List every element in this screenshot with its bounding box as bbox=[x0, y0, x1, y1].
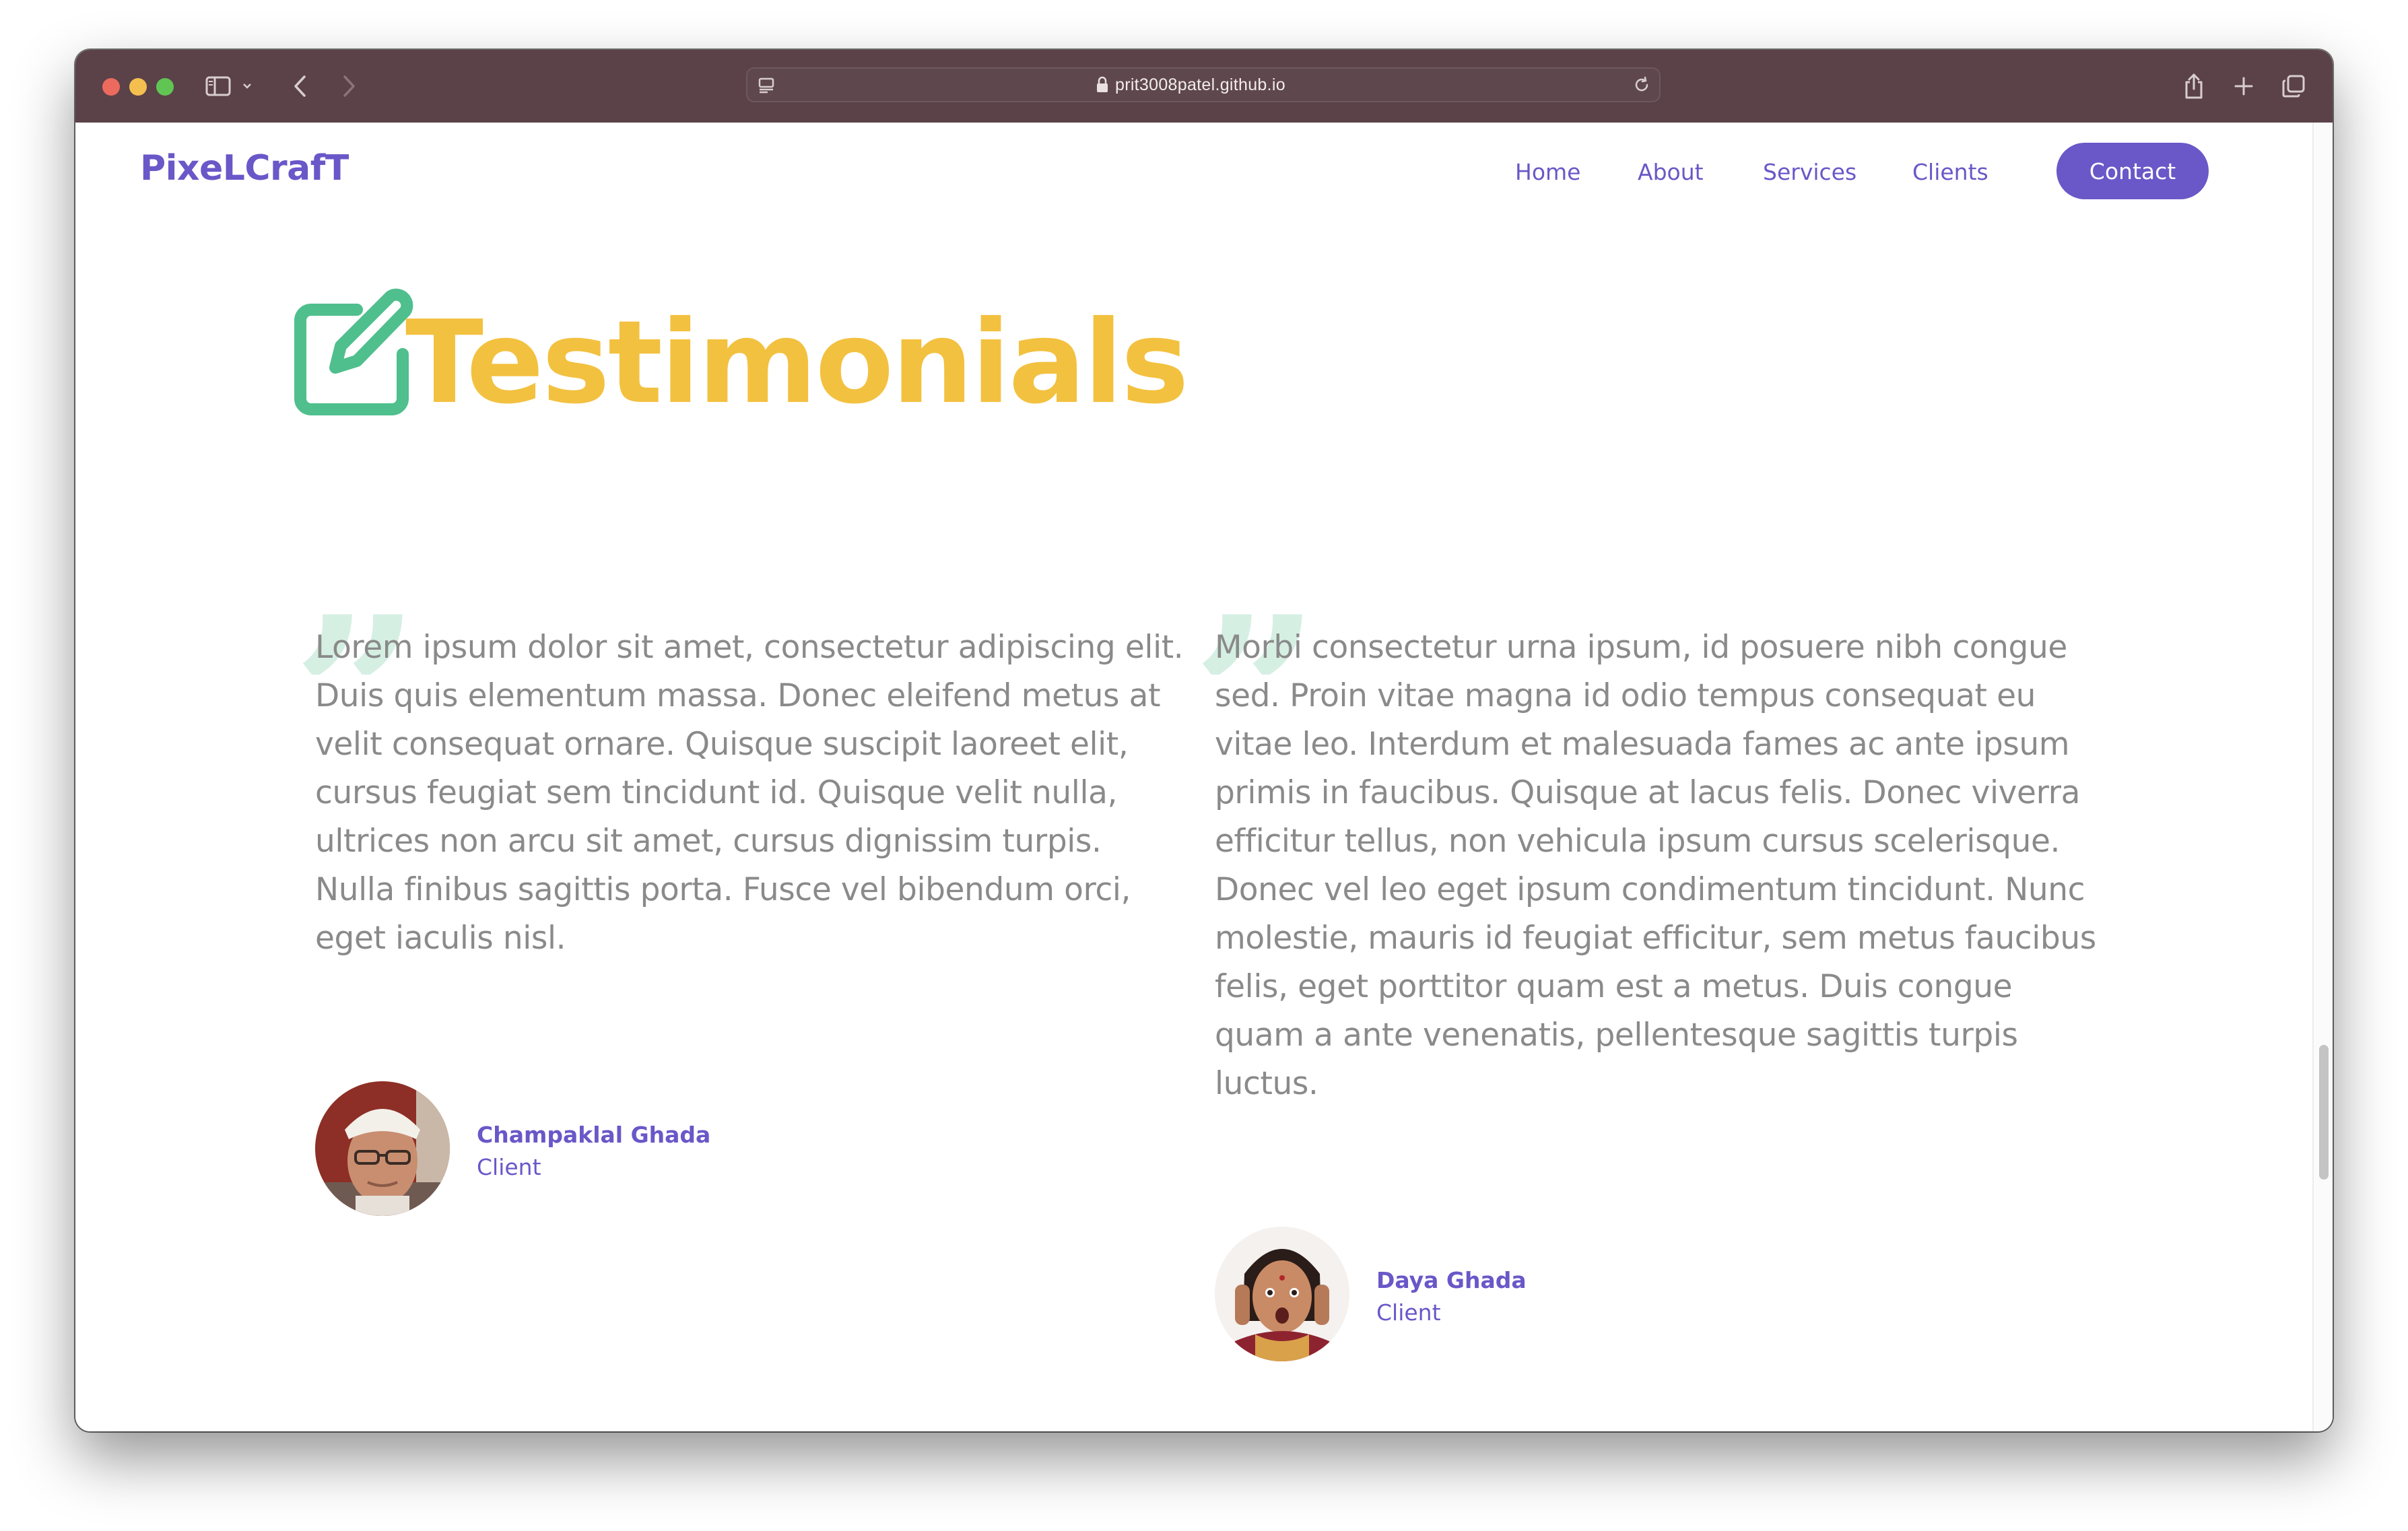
screen: prit3008patel.github.io PixeLCrafT Home … bbox=[0, 0, 2408, 1531]
minimize-window-button[interactable] bbox=[129, 78, 147, 96]
site-logo[interactable]: PixeLCrafT bbox=[140, 148, 349, 189]
address-bar[interactable]: prit3008patel.github.io bbox=[746, 67, 1661, 102]
page-viewport: PixeLCrafT Home About Services Clients C… bbox=[75, 123, 2333, 1431]
url-text[interactable]: prit3008patel.github.io bbox=[1115, 67, 1285, 102]
scrollbar-thumb[interactable] bbox=[2319, 1045, 2329, 1180]
zoom-window-button[interactable] bbox=[156, 78, 174, 96]
reload-icon[interactable] bbox=[1632, 75, 1651, 94]
author-role: Client bbox=[1376, 1299, 1441, 1326]
nav-clients-link[interactable]: Clients bbox=[1912, 159, 1988, 185]
testimonial-text: Morbi consectetur urna ipsum, id posuere… bbox=[1215, 629, 2096, 1102]
author-role: Client bbox=[477, 1154, 541, 1180]
author-name: Champaklal Ghada bbox=[477, 1122, 711, 1148]
scrollbar[interactable] bbox=[2312, 123, 2333, 1431]
author-name: Daya Ghada bbox=[1376, 1267, 1527, 1293]
page-settings-icon[interactable] bbox=[757, 75, 776, 94]
back-arrow-icon[interactable] bbox=[286, 70, 315, 102]
avatar bbox=[1215, 1227, 1349, 1361]
nav-about-link[interactable]: About bbox=[1638, 159, 1704, 185]
new-tab-icon[interactable] bbox=[2229, 70, 2259, 102]
close-window-button[interactable] bbox=[102, 78, 120, 96]
tab-overview-icon[interactable] bbox=[2279, 70, 2308, 102]
nav-services-link[interactable]: Services bbox=[1763, 159, 1857, 185]
sidebar-icon[interactable] bbox=[203, 70, 233, 102]
chevron-down-icon[interactable] bbox=[237, 70, 257, 102]
section-title: Testimonials bbox=[405, 296, 1189, 430]
avatar bbox=[315, 1081, 450, 1216]
share-icon[interactable] bbox=[2179, 70, 2209, 102]
browser-toolbar: prit3008patel.github.io bbox=[75, 50, 2333, 123]
edit-icon bbox=[292, 287, 413, 421]
contact-button[interactable]: Contact bbox=[2056, 143, 2209, 199]
testimonial-text: Lorem ipsum dolor sit amet, consectetur … bbox=[315, 629, 1184, 957]
browser-window: prit3008patel.github.io PixeLCrafT Home … bbox=[75, 50, 2333, 1431]
lock-icon bbox=[1095, 76, 1110, 94]
nav-home-link[interactable]: Home bbox=[1515, 159, 1580, 185]
forward-arrow-icon[interactable] bbox=[334, 70, 364, 102]
